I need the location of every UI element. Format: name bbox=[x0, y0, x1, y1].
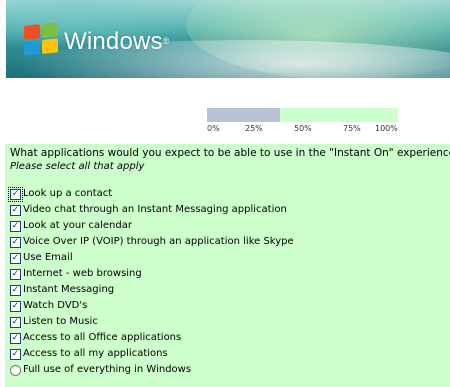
option-label[interactable]: Full use of everything in Windows bbox=[23, 364, 191, 375]
option-checkbox[interactable]: ✓ bbox=[8, 187, 23, 202]
option-label[interactable]: Listen to Music bbox=[23, 316, 98, 327]
option-label[interactable]: Video chat through an Instant Messaging … bbox=[23, 204, 287, 215]
option-label[interactable]: Access to all my applications bbox=[23, 348, 168, 359]
progress-tick: 0% bbox=[207, 124, 220, 133]
option-row[interactable]: ✓ Watch DVD's bbox=[5, 299, 450, 315]
option-checkbox[interactable]: ✓ bbox=[10, 301, 21, 312]
windows-banner: Windows® bbox=[6, 0, 450, 78]
option-checkbox[interactable]: ✓ bbox=[10, 269, 21, 280]
option-label[interactable]: Look up a contact bbox=[23, 188, 112, 199]
option-label[interactable]: Internet - web browsing bbox=[23, 268, 142, 279]
option-checkbox[interactable]: ✓ bbox=[10, 221, 21, 232]
progress-tick: 75% bbox=[343, 124, 361, 133]
option-checkbox[interactable]: ✓ bbox=[10, 349, 21, 360]
option-checkbox[interactable]: ✓ bbox=[10, 205, 21, 216]
survey-progress-bar bbox=[207, 108, 398, 122]
option-row[interactable]: ✓ Use Email bbox=[5, 251, 450, 267]
option-row[interactable]: ✓ Look at your calendar bbox=[5, 219, 450, 235]
option-row[interactable]: ✓ Instant Messaging bbox=[5, 283, 450, 299]
question-instruction: Please select all that apply bbox=[10, 161, 145, 172]
windows-logo-text: Windows® bbox=[64, 28, 170, 55]
question-text: What applications would you expect to be… bbox=[10, 147, 450, 159]
option-checkbox[interactable]: ✓ bbox=[10, 333, 21, 344]
options-list: ✓ Look up a contact ✓ Video chat through an… bbox=[5, 187, 450, 379]
progress-ticks: 0% 25% 50% 75% 100% bbox=[200, 124, 410, 136]
progress-tick: 100% bbox=[375, 124, 398, 133]
option-checkbox[interactable]: ✓ bbox=[10, 285, 21, 296]
option-label[interactable]: Use Email bbox=[23, 252, 73, 263]
option-row[interactable]: ✓ Internet - web browsing bbox=[5, 267, 450, 283]
option-radio[interactable] bbox=[10, 365, 21, 376]
option-label[interactable]: Voice Over IP (VOIP) through an applicat… bbox=[23, 236, 294, 247]
option-row[interactable]: ✓ Listen to Music bbox=[5, 315, 450, 331]
option-row[interactable]: ✓ Access to all Office applications bbox=[5, 331, 450, 347]
option-label[interactable]: Watch DVD's bbox=[23, 300, 87, 311]
progress-tick: 50% bbox=[294, 124, 312, 133]
progress-tick: 25% bbox=[245, 124, 263, 133]
option-label[interactable]: Instant Messaging bbox=[23, 284, 114, 295]
progress-fill bbox=[207, 108, 280, 122]
option-checkbox[interactable]: ✓ bbox=[10, 317, 21, 328]
option-label[interactable]: Look at your calendar bbox=[23, 220, 132, 231]
windows-flag-icon bbox=[24, 22, 60, 58]
option-label[interactable]: Access to all Office applications bbox=[23, 332, 181, 343]
option-row[interactable]: ✓ Voice Over IP (VOIP) through an applica… bbox=[5, 235, 450, 251]
option-row[interactable]: ✓ Access to all my applications bbox=[5, 347, 450, 363]
option-row[interactable]: ✓ Video chat through an Instant Messaging… bbox=[5, 203, 450, 219]
option-checkbox[interactable]: ✓ bbox=[10, 237, 21, 248]
option-checkbox[interactable]: ✓ bbox=[10, 253, 21, 264]
question-panel: What applications would you expect to be… bbox=[5, 144, 450, 387]
option-row[interactable]: ✓ Look up a contact bbox=[5, 187, 450, 203]
option-row[interactable]: Full use of everything in Windows bbox=[5, 363, 450, 379]
